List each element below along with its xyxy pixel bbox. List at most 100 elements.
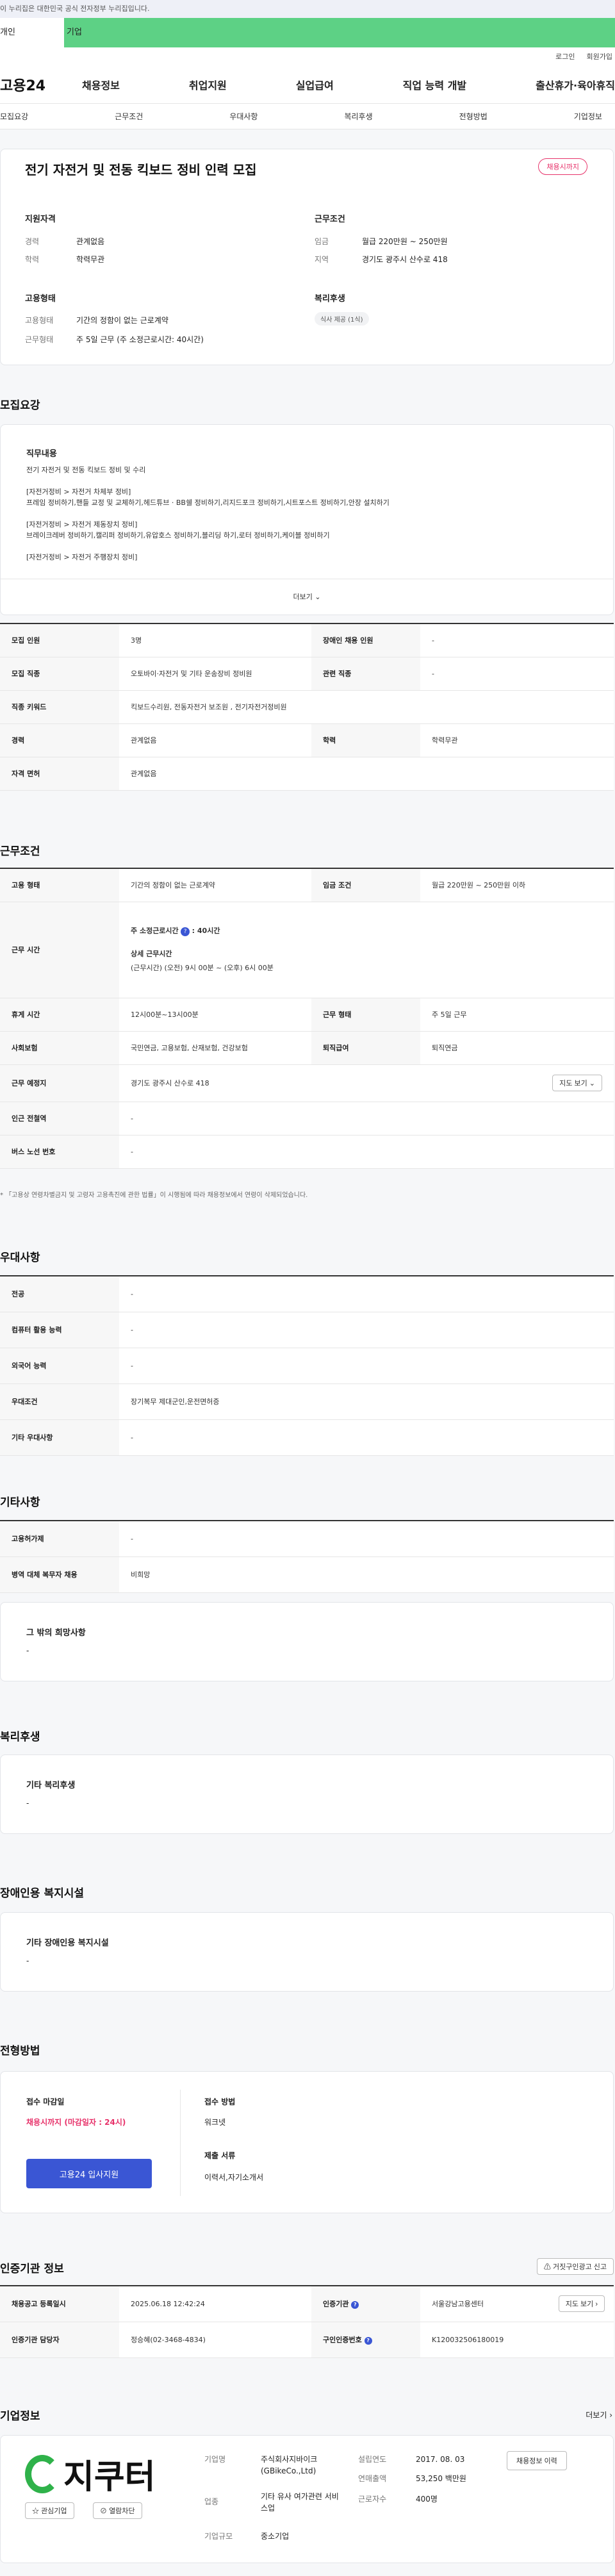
etc-table: 고용허가제 - 병역 대체 복무자 채용 비희망 <box>0 1520 614 1593</box>
gnb-item-parental-leave[interactable]: 출산휴가·육아휴직 <box>536 77 615 92</box>
deadline-label: 접수 마감일 <box>26 2097 65 2106</box>
method-value: 워크넷 <box>204 2118 226 2127</box>
table-row: 경력 관계없음 학력 학력무관 <box>0 723 614 757</box>
table-row: 기타 우대사항 - <box>0 1419 614 1456</box>
job-history-button[interactable]: 채용정보 이력 <box>507 2451 567 2470</box>
table-row: 고용허가제 - <box>0 1521 614 1557</box>
company-logo-g-icon <box>25 2454 60 2493</box>
table-row: 인근 전철역 - <box>0 1102 614 1135</box>
apply-button[interactable]: 고용24 입사지원 <box>26 2159 152 2188</box>
disab-value: - <box>26 1956 29 1965</box>
welfare-tag: 식사 제공 (1식) <box>315 312 369 326</box>
welfare-sub: 기타 복리후생 <box>26 1781 76 1790</box>
agency-section-title: 인증기관 정보 <box>0 2263 64 2275</box>
tab-company[interactable]: 기업 <box>64 18 615 47</box>
welfare-section-title: 복리후생 <box>0 1731 40 1744</box>
welfare-value: - <box>26 1799 29 1808</box>
report-icon: ⚠ <box>543 2263 551 2271</box>
pref-section-title: 우대사항 <box>0 1251 40 1264</box>
table-row: 근무 시간 주 소정근로시간 ? : 40시간 상세 근무시간 (근무시간) (… <box>0 902 614 998</box>
work-table: 고용 형태 기간의 정함이 없는 근로계약 임금 조건 월급 220만원 ~ 250… <box>0 868 614 1169</box>
duty-card: 직무내용 전기 자전거 및 전동 킥보드 정비 및 수리 [자전거정비 > 자전… <box>0 424 614 615</box>
emp-label: 고용형태 <box>25 316 54 325</box>
cond-label: 임금 <box>315 237 329 246</box>
qual-value: 관계없음 <box>76 237 105 246</box>
company-size: 중소기업 <box>261 2532 290 2541</box>
gnb-item-employment-support[interactable]: 취업지원 <box>189 77 227 92</box>
emp-value: 주 5일 근무 (주 소정근로시간: 40시간) <box>76 335 204 344</box>
snb-item-pref[interactable]: 우대사항 <box>229 111 258 122</box>
disab-sub: 기타 장애인용 복지시설 <box>26 1938 109 1948</box>
company-est: 2017. 08. 03 <box>416 2455 465 2464</box>
emp-label: 근무형태 <box>25 335 54 344</box>
docs-value: 이력서,자기소개서 <box>204 2173 264 2182</box>
method-label: 접수 방법 <box>204 2097 236 2106</box>
favorite-button[interactable]: ☆ 관심기업 <box>25 2502 74 2519</box>
cond-value: 월급 220만원 ~ 250만원 <box>362 237 448 246</box>
more-button[interactable]: 더보기 ⌄ <box>1 579 613 615</box>
company-section-title: 기업정보 <box>0 2410 40 2423</box>
job-title: 전기 자전거 및 전동 킥보드 정비 인력 모집 <box>25 162 257 178</box>
block-button[interactable]: ⊘ 열람차단 <box>93 2502 142 2519</box>
site-tabbar: 개인 기업 <box>0 18 615 47</box>
table-row: 사회보험 국민연금, 고용보험, 산재보험, 건강보험 퇴직급여 퇴직연금 <box>0 1031 614 1065</box>
table-row: 채용공고 등록일시 2025.06.18 12:42:24 인증기관 ? 서울강남… <box>0 2286 614 2322</box>
site-logo[interactable]: 고용24 <box>0 74 51 95</box>
company-employees: 400명 <box>416 2495 438 2504</box>
agency-map-button[interactable]: 지도 보기 › <box>558 2295 605 2312</box>
disab-section-title: 장애인용 복지시설 <box>0 1887 85 1900</box>
work-section-title: 근무조건 <box>0 845 40 858</box>
table-row: 컴퓨터 활용 능력 - <box>0 1312 614 1348</box>
info-icon[interactable]: ? <box>351 2301 359 2309</box>
process-card: 접수 마감일 채용시까지 (마감일자 : 24시) 고용24 입사지원 접수 방… <box>0 2071 614 2213</box>
gnb-item-jobs[interactable]: 채용정보 <box>82 77 120 92</box>
gnb-item-unemployment[interactable]: 실업급여 <box>296 77 334 92</box>
chevron-right-icon: › <box>595 2300 598 2308</box>
table-row: 휴게 시간 12시00분~13시00분 근무 형태 주 5일 근무 <box>0 998 614 1032</box>
other-wish-card: 그 밖의 희망사항 - <box>0 1602 614 1681</box>
cond-label: 지역 <box>315 255 329 264</box>
table-row: 버스 노선 번호 - <box>0 1135 614 1169</box>
other-wish-title: 그 밖의 희망사항 <box>26 1628 86 1638</box>
company-industry: 기타 유사 여가관련 서비스업 <box>261 2492 339 2513</box>
table-row: 고용 형태 기간의 정함이 없는 근로계약 임금 조건 월급 220만원 ~ 250… <box>0 868 614 902</box>
company-more-link[interactable]: 더보기 › <box>586 2409 612 2420</box>
welfare-title: 복리후생 <box>315 294 345 304</box>
snb-item-work[interactable]: 근무조건 <box>115 111 143 122</box>
duty-title: 직무내용 <box>26 449 57 459</box>
etc-section-title: 기타사항 <box>0 1496 40 1509</box>
gnb-item-training[interactable]: 직업 능력 개발 <box>403 77 466 92</box>
map-button[interactable]: 지도 보기 ⌄ <box>552 1075 602 1091</box>
disab-card: 기타 장애인용 복지시설 - <box>0 1912 614 1992</box>
company-card: 지쿠터 ☆ 관심기업 ⊘ 열람차단 기업명 주식회사지바이크 (GBikeCo.… <box>0 2435 614 2563</box>
emp-title: 고용형태 <box>25 294 56 304</box>
signup-link[interactable]: 회원가입 <box>587 51 612 62</box>
login-link[interactable]: 로그인 <box>555 51 575 62</box>
chevron-down-icon: ⌄ <box>589 1080 595 1087</box>
other-wish-value: - <box>26 1646 29 1655</box>
company-sales: 53,250 백만원 <box>416 2474 466 2483</box>
chevron-right-icon: › <box>609 2411 612 2420</box>
company-logo: 지쿠터 <box>25 2450 156 2498</box>
summary-card: 전기 자전거 및 전동 킥보드 정비 인력 모집 채용시까지 지원자격 경력 관계… <box>0 149 614 365</box>
emp-value: 기간의 정함이 없는 근로계약 <box>76 316 168 325</box>
tab-personal[interactable]: 개인 <box>0 18 64 47</box>
table-row: 인증기관 담당자 정승혜(02-3468-4834) 구인인증번호 ? K12003… <box>0 2322 614 2358</box>
info-icon[interactable]: ? <box>364 2337 372 2345</box>
star-icon: ☆ <box>32 2507 39 2515</box>
report-button[interactable]: ⚠ 거짓구인광고 신고 <box>536 2258 614 2275</box>
info-icon[interactable]: ? <box>181 927 190 936</box>
chevron-down-icon: ⌄ <box>315 593 321 601</box>
table-row: 전공 - <box>0 1276 614 1312</box>
welfare-card: 기타 복리후생 - <box>0 1754 614 1834</box>
section-nav: 모집요강 근무조건 우대사항 복리후생 전형방법 기업정보 <box>0 104 615 129</box>
cond-value: 경기도 광주시 산수로 418 <box>362 255 448 264</box>
table-row: 우대조건 장기복무 제대군인,운전면허증 <box>0 1383 614 1420</box>
snb-item-process[interactable]: 전형방법 <box>459 111 488 122</box>
snb-item-company[interactable]: 기업정보 <box>574 111 602 122</box>
gnb-menu: 채용정보 취업지원 실업급여 직업 능력 개발 출산휴가·육아휴직 <box>51 77 615 92</box>
deadline-badge: 채용시까지 <box>538 158 587 175</box>
snb-item-welfare[interactable]: 복리후생 <box>344 111 372 122</box>
snb-item-recruit[interactable]: 모집요강 <box>0 111 28 122</box>
recruit-section-title: 모집요강 <box>0 399 40 412</box>
